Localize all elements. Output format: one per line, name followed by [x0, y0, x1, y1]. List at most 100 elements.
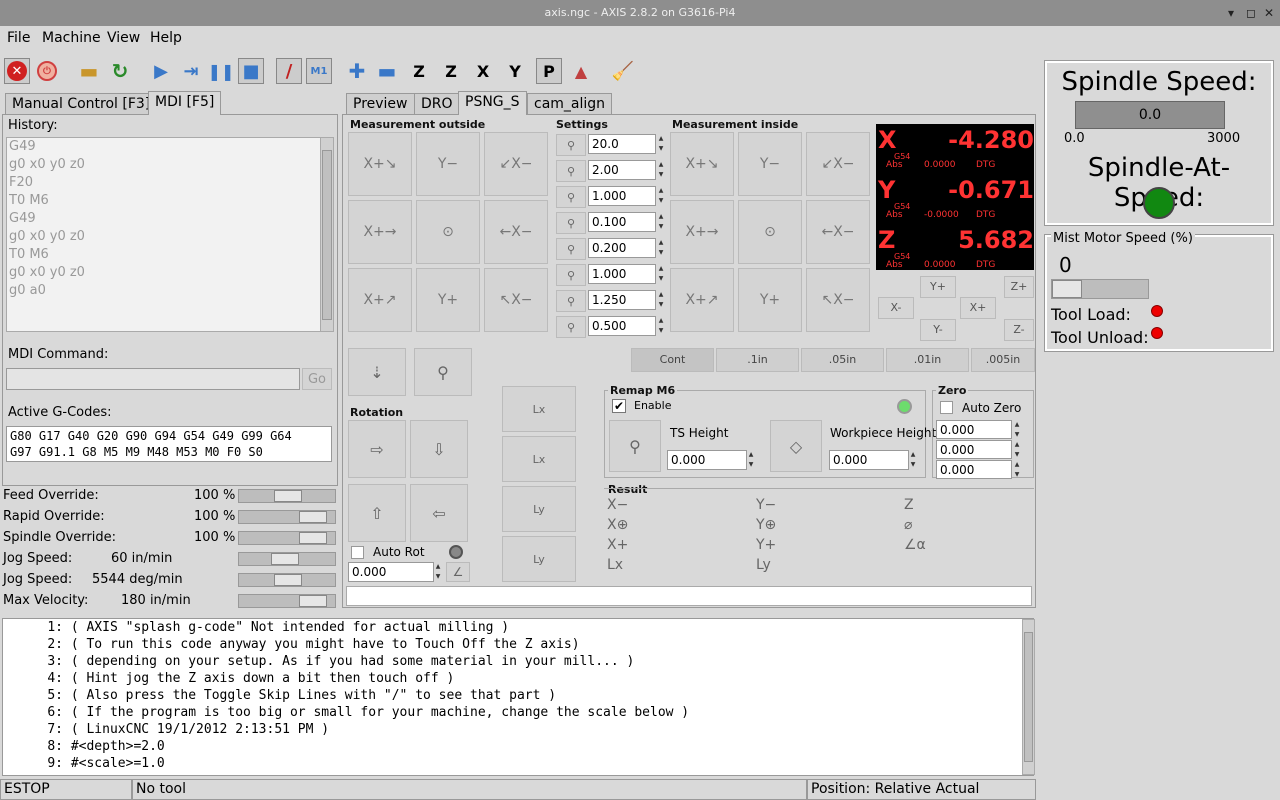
history-item[interactable]: F20 [7, 174, 321, 192]
gcode-line[interactable]: 9: #<scale>=1.0 [3, 755, 1033, 772]
inside-y-plus-button[interactable]: Y+ [738, 268, 802, 332]
step-button[interactable]: ⇥ [178, 58, 204, 84]
tab-psng[interactable]: PSNG_S [458, 91, 527, 115]
zero-field-2[interactable]: 0.000 [936, 460, 1012, 479]
override-slider-knob[interactable] [299, 532, 327, 544]
setting-1-field[interactable]: 2.00 [588, 160, 656, 180]
gcode-line[interactable]: 1: ( AXIS "splash g-code" Not intended f… [3, 619, 1033, 636]
ts-height-field[interactable]: 0.000 [667, 450, 747, 470]
setting-4-spinner[interactable]: ▲ ▼ [657, 238, 665, 258]
open-button[interactable]: ▬ [76, 58, 102, 84]
ts-height-button[interactable]: ⚲ [609, 420, 661, 472]
menu-file[interactable]: File [7, 30, 30, 46]
skip-lines-button[interactable]: / [276, 58, 302, 84]
history-item[interactable]: g0 x0 y0 z0 [7, 156, 321, 174]
setting-7-spinner[interactable]: ▲ ▼ [657, 316, 665, 336]
setting-2-spinner[interactable]: ▲ ▼ [657, 186, 665, 206]
setting-3-spinner[interactable]: ▲ ▼ [657, 212, 665, 232]
outside-x-minus-y-plus-button[interactable]: X+↗ [348, 268, 412, 332]
setting-1-spinner[interactable]: ▲ ▼ [657, 160, 665, 180]
jog-x-plus-button[interactable]: X+ [960, 297, 996, 319]
setting-0-spinner[interactable]: ▲ ▼ [657, 134, 665, 154]
zoom-out-button[interactable]: ▬ [374, 58, 400, 84]
setting-5-spinner[interactable]: ▲ ▼ [657, 264, 665, 284]
view-y-button[interactable]: Y [502, 58, 528, 84]
view-z2-button[interactable]: Z [438, 58, 464, 84]
override-slider[interactable] [238, 510, 336, 524]
override-slider[interactable] [238, 489, 336, 503]
override-slider-knob[interactable] [274, 490, 302, 502]
override-slider-knob[interactable] [299, 595, 327, 607]
rotation-left-bottom-button[interactable]: ⇧ [348, 484, 406, 542]
zero-spinner-1[interactable]: ▲ ▼ [1013, 440, 1021, 460]
history-item[interactable]: T0 M6 [7, 246, 321, 264]
probe-down-button[interactable]: ⇣ [348, 348, 406, 396]
history-item[interactable]: T0 M6 [7, 192, 321, 210]
jog-z-plus-button[interactable]: Z+ [1004, 276, 1034, 298]
override-slider[interactable] [238, 594, 336, 608]
override-slider[interactable] [238, 531, 336, 545]
rotation-right-top-button[interactable]: ⇩ [410, 420, 468, 478]
gcode-line[interactable]: 2: ( To run this code anyway you might h… [3, 636, 1033, 653]
view-x-button[interactable]: X [470, 58, 496, 84]
machine-power-button[interactable]: ⏻ [34, 58, 60, 84]
override-slider[interactable] [238, 573, 336, 587]
increment-4-button[interactable]: .005in [971, 348, 1035, 372]
history-scrollbar[interactable] [320, 137, 334, 332]
lx-outside-button[interactable]: Lx [502, 386, 576, 432]
history-item[interactable]: g0 x0 y0 z0 [7, 264, 321, 282]
override-slider-knob[interactable] [271, 553, 299, 565]
tab-cam-align[interactable]: cam_align [527, 93, 613, 115]
auto-rot-checkbox[interactable] [351, 546, 364, 559]
inside-y-minus-button[interactable]: Y− [738, 132, 802, 196]
inside-x-minus-y-plus-button[interactable]: X+↗ [670, 268, 734, 332]
zero-spinner-0[interactable]: ▲ ▼ [1013, 420, 1021, 440]
pause-button[interactable]: ❚❚ [208, 58, 235, 84]
zero-field-1[interactable]: 0.000 [936, 440, 1012, 459]
gcode-line[interactable]: 7: ( LinuxCNC 19/1/2012 2:13:51 PM ) [3, 721, 1033, 738]
outside-x-plus-y-minus-button[interactable]: ↙X− [484, 132, 548, 196]
maximize-icon[interactable]: ◻ [1246, 0, 1256, 26]
ly-outside-button[interactable]: Ly [502, 486, 576, 532]
jog-z-minus-button[interactable]: Z- [1004, 319, 1034, 341]
workpiece-height-field[interactable]: 0.000 [829, 450, 909, 470]
history-item[interactable]: g0 x0 y0 z0 [7, 228, 321, 246]
reload-button[interactable]: ↻ [107, 58, 133, 84]
setting-5-field[interactable]: 1.000 [588, 264, 656, 284]
increment-2-button[interactable]: .05in [801, 348, 884, 372]
jog-x-minus-button[interactable]: X- [878, 297, 914, 319]
tab-manual-control[interactable]: Manual Control [F3] [5, 93, 158, 115]
inside-x-plus-y-plus-button[interactable]: ↖X− [806, 268, 870, 332]
override-slider[interactable] [238, 552, 336, 566]
setting-6-field[interactable]: 1.250 [588, 290, 656, 310]
tab-dro[interactable]: DRO [414, 93, 460, 115]
workpiece-height-spinner[interactable]: ▲ ▼ [909, 450, 917, 470]
view-z-button[interactable]: Z [406, 58, 432, 84]
gcode-line[interactable]: 8: #<depth>=2.0 [3, 738, 1033, 755]
mist-slider[interactable] [1051, 279, 1149, 299]
rotation-left-top-button[interactable]: ⇨ [348, 420, 406, 478]
inside-x-minus-y-minus-button[interactable]: X+↘ [670, 132, 734, 196]
gcode-scrollbar[interactable] [1022, 619, 1035, 775]
workpiece-height-button[interactable]: ◇ [770, 420, 822, 472]
outside-y-plus-button[interactable]: Y+ [416, 268, 480, 332]
increment-1-button[interactable]: .1in [716, 348, 799, 372]
zoom-in-button[interactable]: ✚ [344, 58, 370, 84]
increment-3-button[interactable]: .01in [886, 348, 969, 372]
menu-view[interactable]: View [107, 30, 140, 46]
outside-x-minus-button[interactable]: X+→ [348, 200, 412, 264]
inside-x-plus-y-minus-button[interactable]: ↙X− [806, 132, 870, 196]
auto-zero-checkbox[interactable] [940, 401, 953, 414]
gcode-line[interactable]: 6: ( If the program is too big or small … [3, 704, 1033, 721]
rotation-spinner[interactable]: ▲ ▼ [434, 562, 442, 582]
lx-inside-button[interactable]: Lx [502, 436, 576, 482]
outside-y-minus-button[interactable]: Y− [416, 132, 480, 196]
enable-checkbox[interactable]: ✔ [612, 399, 626, 413]
history-list[interactable]: G49 g0 x0 y0 z0 F20 T0 M6 G49 g0 x0 y0 z0 T0 M… [6, 137, 322, 332]
menu-help[interactable]: Help [150, 30, 182, 46]
tab-preview[interactable]: Preview [346, 93, 415, 115]
rotation-value-field[interactable]: 0.000 [348, 562, 434, 582]
view-p-button[interactable]: P [536, 58, 562, 84]
outside-center-button[interactable]: ⊙ [416, 200, 480, 264]
setting-4-field[interactable]: 0.200 [588, 238, 656, 258]
